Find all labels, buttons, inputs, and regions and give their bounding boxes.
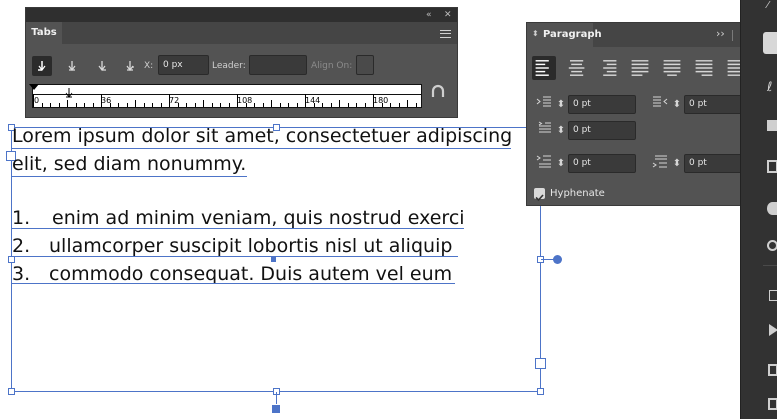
first-line-indent-icon	[535, 121, 553, 142]
left-indent-stepper-icon[interactable]: ⬍	[556, 95, 566, 114]
space-before-input[interactable]: 0 pt	[568, 154, 636, 173]
frame-bottom-stem	[276, 392, 277, 404]
paragraph-panel: ⬍ Paragraph ›› ⬍ 0 pt ⬍ 0 pt ⬍ 0 pt ⬍ 0 …	[526, 22, 758, 206]
close-panel-icon[interactable]: ✕	[444, 8, 452, 22]
collapse-panel-icon[interactable]: «	[426, 8, 432, 22]
panel-menu-icon[interactable]	[440, 30, 451, 38]
right-panel-dock: ⁄ ℓ	[740, 0, 777, 419]
baseline-2	[11, 176, 247, 177]
dock-divider	[763, 265, 777, 266]
dock-selected-tool[interactable]	[763, 32, 777, 54]
ruler-tick-label-144: 144	[305, 96, 321, 105]
ruler-tick-label-36: 36	[101, 96, 112, 105]
align-on-label: Align On:	[311, 61, 353, 71]
indent-marker-icon[interactable]	[29, 84, 39, 90]
dock-icon-1[interactable]: ⁄	[767, 0, 777, 14]
justify-right-icon[interactable]	[692, 56, 716, 80]
align-center-icon[interactable]	[564, 56, 588, 80]
align-left-icon[interactable]	[532, 56, 556, 80]
tabs-panel: « ✕ Tabs X: 0 px Leader: Align On: 0 36 …	[25, 7, 458, 118]
first-line-indent-input[interactable]: 0 pt	[568, 121, 636, 140]
dock-icon-7[interactable]	[769, 290, 777, 301]
ruler-tick-label-180: 180	[373, 96, 389, 105]
space-before-icon	[535, 154, 553, 175]
left-tab-marker-icon[interactable]	[65, 83, 73, 98]
hyphenate-label: Hyphenate	[550, 188, 605, 199]
tab-ruler[interactable]: 0 36 72 108 144 180	[29, 83, 422, 108]
right-justified-tab-icon[interactable]	[92, 56, 112, 76]
ruler-ticks	[33, 94, 417, 107]
baseline-3	[11, 228, 464, 229]
frame-corner-dot[interactable]	[553, 255, 562, 264]
list-item-1-number: 1.	[12, 207, 31, 229]
space-after-stepper-icon[interactable]: ⬍	[672, 154, 682, 173]
dock-icon-2[interactable]: ℓ	[767, 80, 772, 95]
ruler-tick-label-108: 108	[237, 96, 253, 105]
align-to-decimal-tab-icon[interactable]	[120, 56, 140, 76]
left-indent-icon	[535, 95, 553, 116]
baseline-1	[11, 148, 511, 149]
dock-icon-8[interactable]	[769, 324, 777, 336]
alignment-button-row	[532, 56, 754, 80]
dock-icon-10[interactable]	[768, 398, 777, 410]
frame-bottom-anchor[interactable]	[272, 405, 280, 413]
list-item-2-text[interactable]: ullamcorper suscipit lobortis nisl ut al…	[49, 234, 452, 258]
list-item-2-number: 2.	[12, 235, 31, 257]
dock-icon-5[interactable]	[767, 202, 777, 215]
panel-divider	[732, 30, 733, 41]
leader-input[interactable]	[249, 55, 307, 75]
left-indent-input[interactable]: 0 pt	[568, 95, 636, 114]
right-indent-stepper-icon[interactable]: ⬍	[672, 95, 682, 114]
panel-expand-icon[interactable]: ⬍	[532, 29, 539, 38]
list-item-1-text[interactable]: enim ad minim veniam, quis nostrud exerc…	[52, 206, 465, 230]
tab-paragraph[interactable]: ⬍ Paragraph	[527, 23, 602, 47]
right-indent-icon	[651, 95, 669, 116]
x-position-label: X:	[144, 61, 154, 71]
frame-handle-bottom-left[interactable]	[8, 388, 15, 395]
tab-tabs[interactable]: Tabs	[26, 22, 62, 44]
ruler-tick-label-72: 72	[169, 96, 180, 105]
frame-handle-bottom-right[interactable]	[537, 388, 544, 395]
align-right-icon[interactable]	[596, 56, 620, 80]
justify-center-icon[interactable]	[660, 56, 684, 80]
justify-left-icon[interactable]	[628, 56, 652, 80]
first-line-indent-stepper-icon[interactable]: ⬍	[556, 121, 566, 140]
hyphenate-checkbox[interactable]	[534, 188, 545, 202]
paragraph-line-1[interactable]: Lorem ipsum dolor sit amet, consectetuer…	[12, 124, 512, 148]
out-port[interactable]	[535, 358, 546, 369]
position-panel-above-frame-icon[interactable]	[430, 83, 446, 99]
ruler-tick-label-0: 0	[34, 96, 40, 105]
dock-icon-3[interactable]	[767, 120, 777, 131]
panel-collapse-icon[interactable]: ››	[716, 27, 725, 40]
tabs-panel-tabstrip	[62, 22, 457, 44]
paragraph-line-2[interactable]: elit, sed diam nonummy.	[12, 152, 246, 176]
center-justified-tab-icon[interactable]	[62, 56, 82, 76]
baseline-5	[11, 283, 455, 284]
paragraph-panel-title: Paragraph	[543, 29, 602, 40]
dock-icon-4[interactable]	[767, 160, 777, 173]
space-before-stepper-icon[interactable]: ⬍	[556, 154, 566, 173]
x-position-input[interactable]: 0 px	[158, 55, 209, 75]
leader-label: Leader:	[212, 61, 246, 71]
align-on-input[interactable]	[356, 55, 374, 75]
tabs-panel-titlebar[interactable]: « ✕	[26, 8, 457, 22]
baseline-4	[11, 256, 458, 257]
dock-icon-6[interactable]	[767, 240, 777, 251]
dock-icon-9[interactable]	[768, 364, 777, 376]
left-justified-tab-icon[interactable]	[32, 56, 52, 76]
space-after-icon	[651, 154, 669, 175]
